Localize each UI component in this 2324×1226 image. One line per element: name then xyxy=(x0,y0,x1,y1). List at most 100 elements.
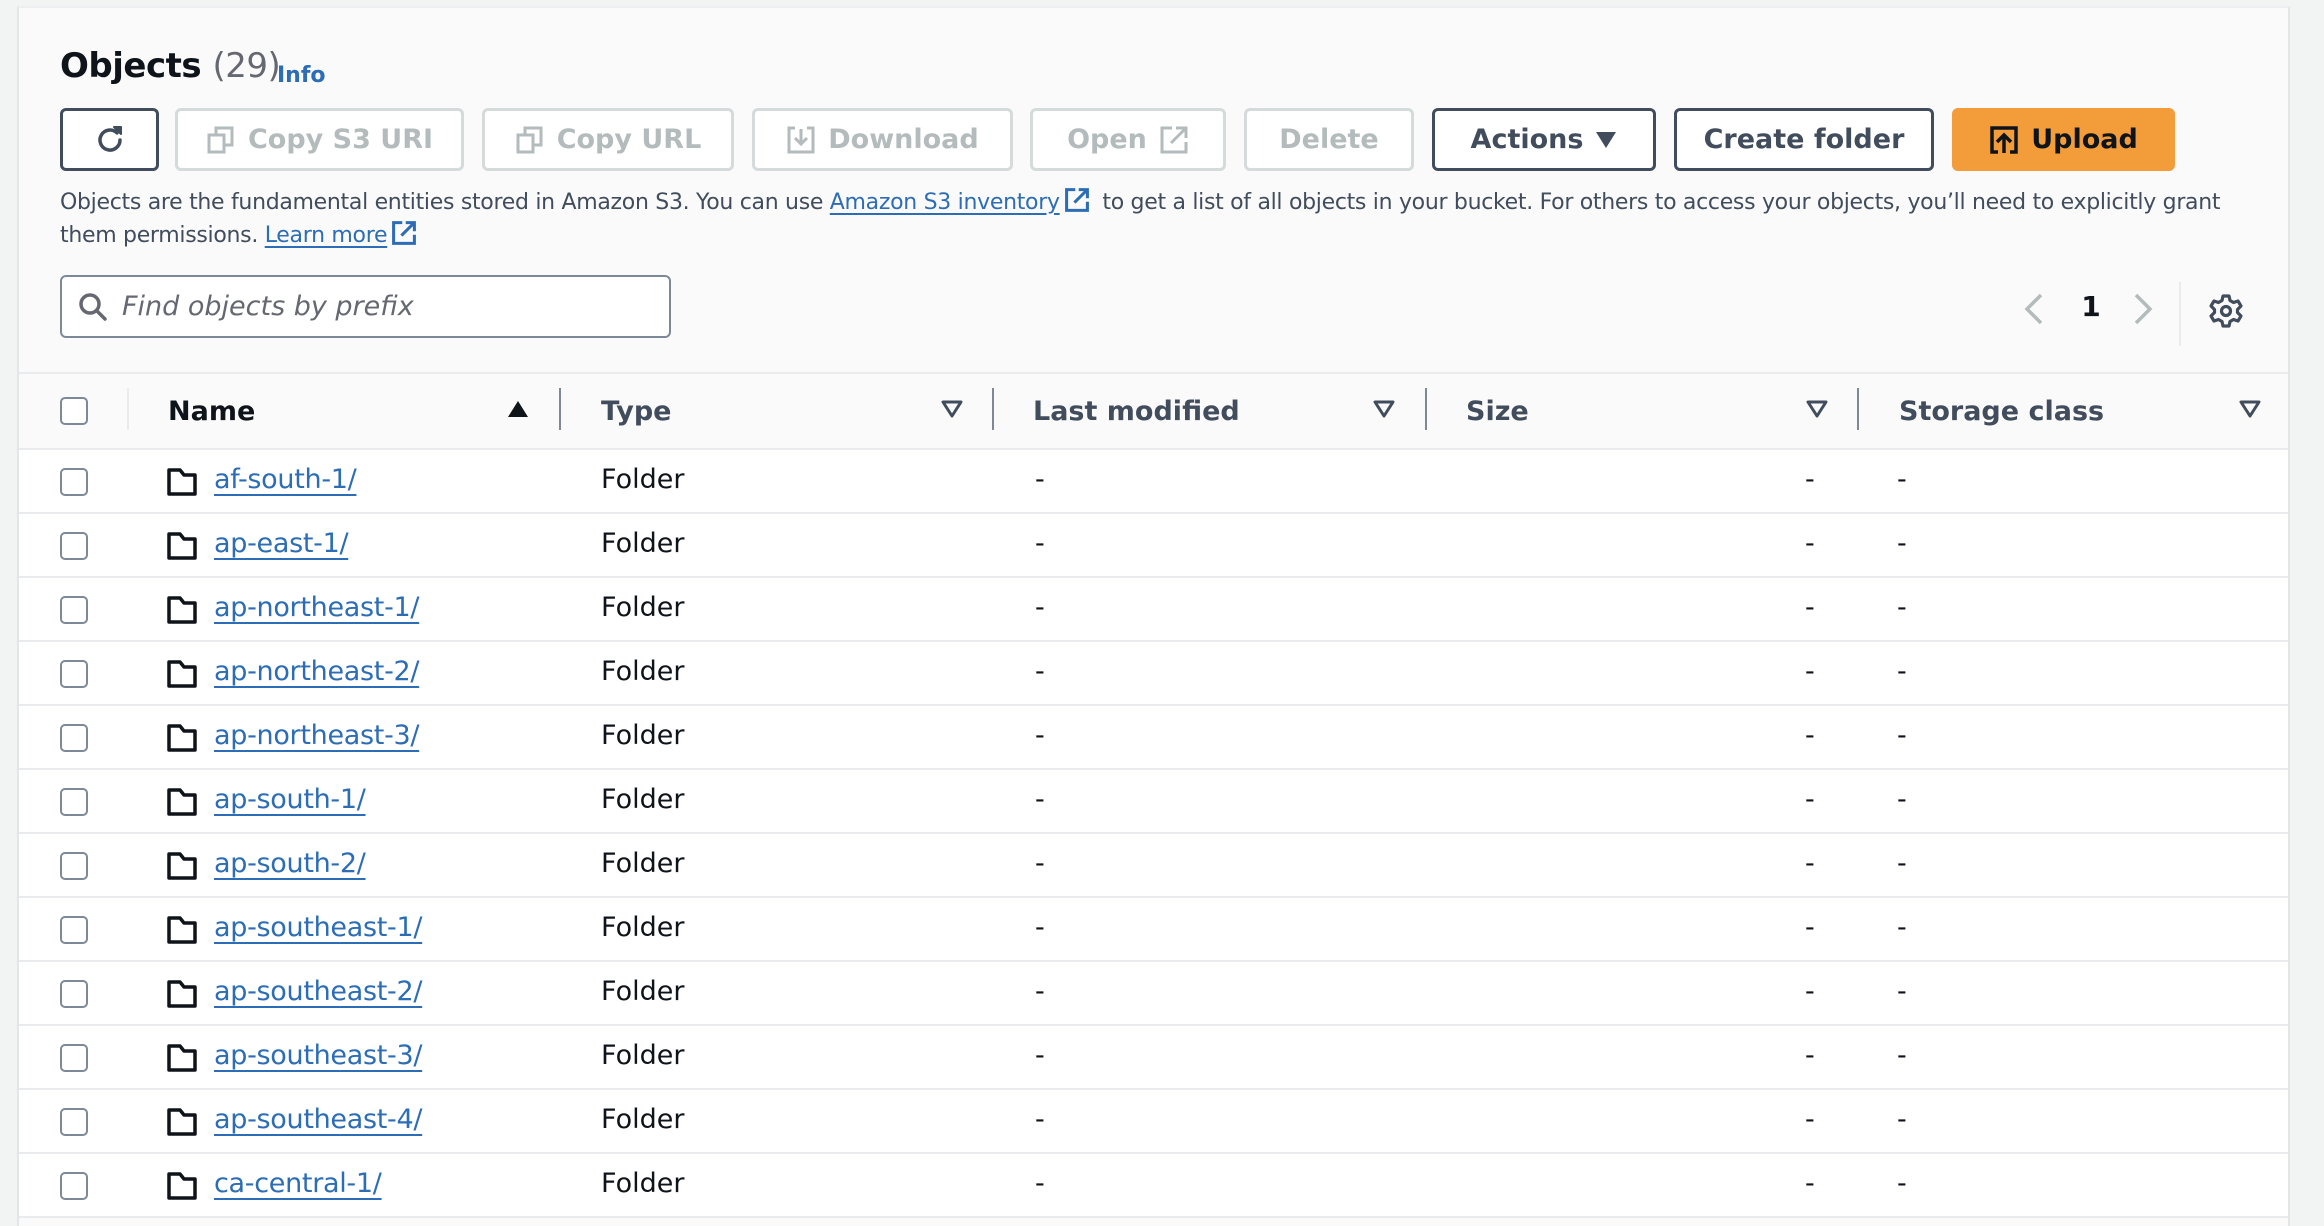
folder-icon xyxy=(167,1172,197,1200)
upload-icon xyxy=(1990,125,2018,154)
table-row: ap-southeast-3/ Folder - - - xyxy=(19,1026,2288,1090)
object-size: - xyxy=(1805,848,1815,879)
column-header-last-modified[interactable]: Last modified xyxy=(1033,396,1240,427)
object-size: - xyxy=(1805,592,1815,623)
object-last-modified: - xyxy=(1035,464,1045,495)
sort-icon[interactable] xyxy=(1806,400,1828,418)
column-header-type[interactable]: Type xyxy=(601,396,671,427)
object-storage-class: - xyxy=(1897,1168,1907,1199)
object-type: Folder xyxy=(601,656,685,687)
object-size: - xyxy=(1805,1104,1815,1135)
s3-inventory-link[interactable]: Amazon S3 inventory xyxy=(830,190,1060,215)
row-checkbox[interactable] xyxy=(60,1108,88,1136)
object-type: Folder xyxy=(601,784,685,815)
object-type: Folder xyxy=(601,912,685,943)
object-size: - xyxy=(1805,784,1815,815)
object-last-modified: - xyxy=(1035,592,1045,623)
table-header: Name Type Last modified Size Storage cla… xyxy=(19,372,2288,450)
object-name-link[interactable]: ap-southeast-1/ xyxy=(214,912,422,943)
row-checkbox[interactable] xyxy=(60,788,88,816)
refresh-button[interactable] xyxy=(60,108,159,171)
row-checkbox[interactable] xyxy=(60,660,88,688)
row-checkbox[interactable] xyxy=(60,852,88,880)
table-row: ca-central-1/ Folder - - - xyxy=(19,1154,2288,1218)
previous-page-icon[interactable] xyxy=(2023,292,2045,326)
object-name-link[interactable]: ca-central-1/ xyxy=(214,1168,382,1199)
next-page-icon[interactable] xyxy=(2132,292,2154,326)
object-storage-class: - xyxy=(1897,784,1907,815)
copy-url-label: Copy URL xyxy=(556,124,702,155)
row-checkbox[interactable] xyxy=(60,980,88,1008)
open-button[interactable]: Open xyxy=(1030,108,1226,171)
object-storage-class: - xyxy=(1897,1104,1907,1135)
sort-ascending-icon[interactable] xyxy=(507,400,529,418)
sort-icon[interactable] xyxy=(2239,400,2261,418)
external-link-icon xyxy=(1160,126,1188,153)
object-name-link[interactable]: ap-southeast-4/ xyxy=(214,1104,422,1135)
folder-icon xyxy=(167,1044,197,1072)
column-resizer[interactable] xyxy=(1425,388,1427,430)
table-row: ap-northeast-3/ Folder - - - xyxy=(19,706,2288,770)
upload-label: Upload xyxy=(2031,124,2138,155)
object-name-link[interactable]: ap-southeast-3/ xyxy=(214,1040,422,1071)
object-name-link[interactable]: af-south-1/ xyxy=(214,464,357,495)
object-type: Folder xyxy=(601,976,685,1007)
object-type: Folder xyxy=(601,1040,685,1071)
download-button[interactable]: Download xyxy=(752,108,1013,171)
object-size: - xyxy=(1805,656,1815,687)
row-checkbox[interactable] xyxy=(60,916,88,944)
object-name-link[interactable]: ap-northeast-2/ xyxy=(214,656,419,687)
search-input[interactable] xyxy=(122,291,642,322)
info-link[interactable]: Info xyxy=(277,63,326,88)
search-icon xyxy=(79,292,107,321)
external-link-icon xyxy=(392,221,417,245)
title-text: Objects xyxy=(60,46,202,86)
actions-dropdown-button[interactable]: Actions xyxy=(1432,108,1656,171)
learn-more-link[interactable]: Learn more xyxy=(265,223,388,248)
table-row: ap-east-1/ Folder - - - xyxy=(19,514,2288,578)
column-resizer[interactable] xyxy=(1857,388,1859,430)
delete-button[interactable]: Delete xyxy=(1244,108,1414,171)
object-name-link[interactable]: ap-northeast-3/ xyxy=(214,720,419,751)
object-name-link[interactable]: ap-east-1/ xyxy=(214,528,349,559)
folder-icon xyxy=(167,980,197,1008)
row-checkbox[interactable] xyxy=(60,532,88,560)
copy-s3-uri-label: Copy S3 URI xyxy=(247,124,434,155)
column-header-size[interactable]: Size xyxy=(1466,396,1529,427)
folder-icon xyxy=(167,916,197,944)
object-name-link[interactable]: ap-northeast-1/ xyxy=(214,592,419,623)
object-last-modified: - xyxy=(1035,976,1045,1007)
row-checkbox[interactable] xyxy=(60,724,88,752)
object-name-link[interactable]: ap-southeast-2/ xyxy=(214,976,422,1007)
row-checkbox[interactable] xyxy=(60,1044,88,1072)
copy-s3-uri-button[interactable]: Copy S3 URI xyxy=(175,108,464,171)
folder-icon xyxy=(167,468,197,496)
column-header-name[interactable]: Name xyxy=(168,396,255,427)
sort-icon[interactable] xyxy=(941,400,963,418)
column-resizer[interactable] xyxy=(559,388,561,430)
object-size: - xyxy=(1805,1168,1815,1199)
select-all-checkbox[interactable] xyxy=(60,397,88,425)
settings-gear-icon[interactable] xyxy=(2208,293,2244,329)
object-last-modified: - xyxy=(1035,720,1045,751)
pagination-divider xyxy=(2179,282,2181,346)
search-field[interactable] xyxy=(60,275,671,338)
object-type: Folder xyxy=(601,1168,685,1199)
object-storage-class: - xyxy=(1897,912,1907,943)
table-row: af-south-1/ Folder - - - xyxy=(19,450,2288,514)
sort-icon[interactable] xyxy=(1373,400,1395,418)
copy-url-button[interactable]: Copy URL xyxy=(482,108,734,171)
current-page[interactable]: 1 xyxy=(2080,290,2102,323)
object-type: Folder xyxy=(601,528,685,559)
row-checkbox[interactable] xyxy=(60,1172,88,1200)
column-header-storage-class[interactable]: Storage class xyxy=(1899,396,2104,427)
create-folder-button[interactable]: Create folder xyxy=(1674,108,1934,171)
object-name-link[interactable]: ap-south-1/ xyxy=(214,784,366,815)
upload-button[interactable]: Upload xyxy=(1952,108,2175,171)
column-resizer[interactable] xyxy=(992,388,994,430)
row-checkbox[interactable] xyxy=(60,468,88,496)
object-name-link[interactable]: ap-south-2/ xyxy=(214,848,366,879)
folder-icon xyxy=(167,724,197,752)
object-storage-class: - xyxy=(1897,976,1907,1007)
row-checkbox[interactable] xyxy=(60,596,88,624)
